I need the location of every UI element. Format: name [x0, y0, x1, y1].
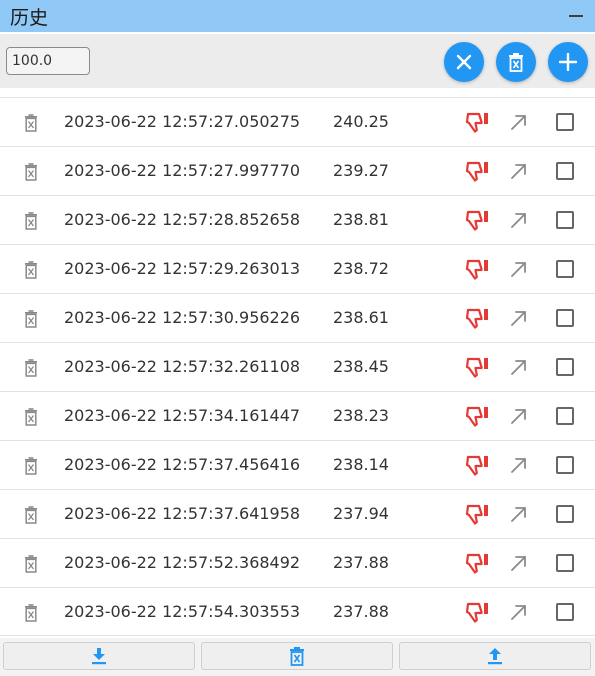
row-checkbox[interactable]: [556, 113, 574, 131]
open-arrow-icon[interactable]: [509, 504, 529, 524]
history-row: 2023-06-22 12:57:54.303553 237.88: [0, 587, 595, 636]
row-checkbox[interactable]: [556, 162, 574, 180]
row-value: 240.25: [333, 112, 389, 131]
row-checkbox[interactable]: [556, 309, 574, 327]
open-arrow-icon[interactable]: [509, 210, 529, 230]
row-timestamp: 2023-06-22 12:57:27.050275: [64, 112, 301, 131]
row-checkbox[interactable]: [556, 407, 574, 425]
row-value: 238.81: [333, 210, 389, 229]
history-row: 2023-06-22 12:57:32.261108 238.45: [0, 342, 595, 391]
history-row: 2023-06-22 12:57:37.456416 238.14: [0, 440, 595, 489]
row-timestamp: 2023-06-22 12:57:37.456416: [64, 455, 301, 474]
open-arrow-icon[interactable]: [509, 357, 529, 377]
open-arrow-icon[interactable]: [509, 455, 529, 475]
row-delete-icon[interactable]: [22, 554, 40, 574]
dislike-icon[interactable]: [465, 503, 490, 525]
history-row: 2023-06-22 12:57:29.263013 238.72: [0, 244, 595, 293]
dislike-icon[interactable]: [465, 356, 490, 378]
download-button[interactable]: [3, 642, 195, 670]
row-checkbox[interactable]: [556, 554, 574, 572]
row-delete-icon[interactable]: [22, 456, 40, 476]
toolbar: [0, 33, 595, 88]
row-timestamp: 2023-06-22 12:57:29.263013: [64, 259, 301, 278]
minimize-button[interactable]: [567, 7, 585, 25]
row-delete-icon[interactable]: [22, 407, 40, 427]
row-checkbox[interactable]: [556, 603, 574, 621]
row-delete-icon[interactable]: [22, 113, 40, 133]
open-arrow-icon[interactable]: [509, 553, 529, 573]
row-timestamp: 2023-06-22 12:57:52.368492: [64, 553, 301, 572]
row-value: 238.61: [333, 308, 389, 327]
row-timestamp: 2023-06-22 12:57:27.997770: [64, 161, 301, 180]
row-timestamp: 2023-06-22 12:57:34.161447: [64, 406, 301, 425]
row-timestamp: 2023-06-22 12:57:28.852658: [64, 210, 301, 229]
window-title: 历史: [10, 6, 49, 29]
row-delete-icon[interactable]: [22, 309, 40, 329]
delete-all-button[interactable]: [496, 42, 536, 82]
open-arrow-icon[interactable]: [509, 406, 529, 426]
row-checkbox[interactable]: [556, 260, 574, 278]
row-value: 238.23: [333, 406, 389, 425]
history-row: 2023-06-22 12:57:28.852658 238.81: [0, 195, 595, 244]
add-icon: [559, 53, 577, 71]
row-timestamp: 2023-06-22 12:57:54.303553: [64, 602, 301, 621]
row-timestamp: 2023-06-22 12:57:37.641958: [64, 504, 301, 523]
row-checkbox[interactable]: [556, 505, 574, 523]
row-value: 239.27: [333, 161, 389, 180]
row-checkbox[interactable]: [556, 456, 574, 474]
dislike-icon[interactable]: [465, 552, 490, 574]
history-row: 2023-06-22 12:57:27.997770 239.27: [0, 146, 595, 195]
download-icon: [92, 648, 106, 665]
row-timestamp: 2023-06-22 12:57:32.261108: [64, 357, 301, 376]
dislike-icon[interactable]: [465, 111, 490, 133]
row-value: 237.94: [333, 504, 389, 523]
row-delete-icon[interactable]: [22, 603, 40, 623]
footer-bar: [0, 638, 595, 676]
history-row: 2023-06-22 12:57:27.050275 240.25: [0, 97, 595, 146]
open-arrow-icon[interactable]: [509, 308, 529, 328]
history-list: 2023-06-22 12:57:27.050275 240.25 2023-0…: [0, 97, 595, 636]
row-timestamp: 2023-06-22 12:57:30.956226: [64, 308, 301, 327]
open-arrow-icon[interactable]: [509, 602, 529, 622]
dislike-icon[interactable]: [465, 258, 490, 280]
row-value: 238.45: [333, 357, 389, 376]
row-value: 238.14: [333, 455, 389, 474]
upload-icon: [488, 648, 502, 665]
row-delete-icon[interactable]: [22, 505, 40, 525]
trash-icon: [290, 647, 304, 666]
row-delete-icon[interactable]: [22, 358, 40, 378]
row-checkbox[interactable]: [556, 211, 574, 229]
minimize-icon: [569, 15, 583, 17]
row-value: 238.72: [333, 259, 389, 278]
row-delete-icon[interactable]: [22, 260, 40, 280]
open-arrow-icon[interactable]: [509, 161, 529, 181]
dislike-icon[interactable]: [465, 405, 490, 427]
dislike-icon[interactable]: [465, 454, 490, 476]
clear-button[interactable]: [201, 642, 393, 670]
history-row: 2023-06-22 12:57:52.368492 237.88: [0, 538, 595, 587]
row-delete-icon[interactable]: [22, 162, 40, 182]
row-value: 237.88: [333, 553, 389, 572]
close-icon: [456, 54, 472, 70]
trash-icon: [509, 53, 523, 72]
row-delete-icon[interactable]: [22, 211, 40, 231]
value-input[interactable]: [6, 47, 90, 75]
close-button[interactable]: [444, 42, 484, 82]
row-checkbox[interactable]: [556, 358, 574, 376]
open-arrow-icon[interactable]: [509, 112, 529, 132]
open-arrow-icon[interactable]: [509, 259, 529, 279]
row-value: 237.88: [333, 602, 389, 621]
history-row: 2023-06-22 12:57:34.161447 238.23: [0, 391, 595, 440]
title-bar: 历史: [0, 0, 595, 32]
history-row: 2023-06-22 12:57:30.956226 238.61: [0, 293, 595, 342]
add-button[interactable]: [548, 42, 588, 82]
history-row: 2023-06-22 12:57:37.641958 237.94: [0, 489, 595, 538]
dislike-icon[interactable]: [465, 307, 490, 329]
dislike-icon[interactable]: [465, 160, 490, 182]
dislike-icon[interactable]: [465, 601, 490, 623]
dislike-icon[interactable]: [465, 209, 490, 231]
upload-button[interactable]: [399, 642, 591, 670]
